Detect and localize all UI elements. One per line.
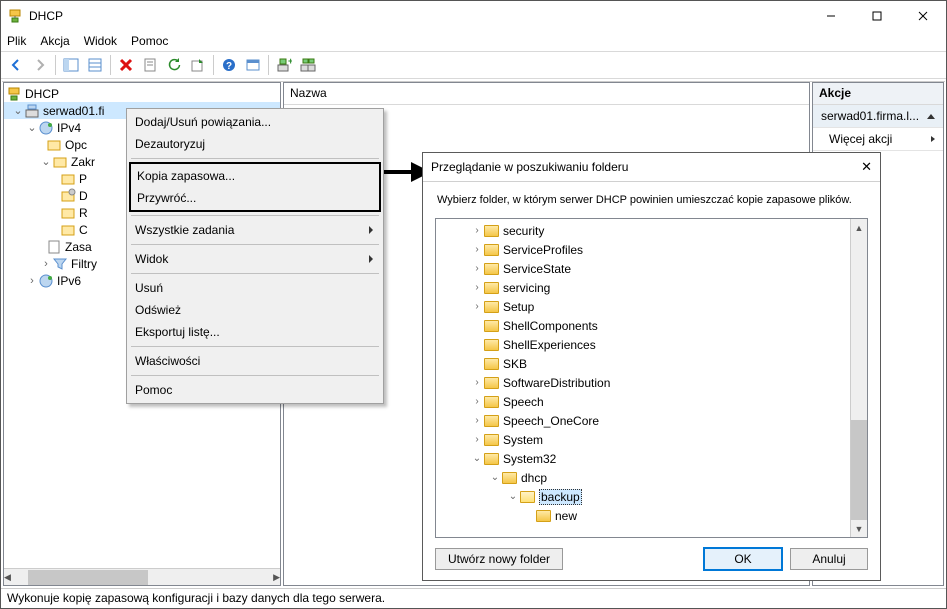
ctx-backup[interactable]: Kopia zapasowa... xyxy=(131,165,379,187)
folder-new[interactable]: new xyxy=(436,506,867,525)
dialog-instruction: Wybierz folder, w którym serwer DHCP pow… xyxy=(423,182,880,218)
ctx-help[interactable]: Pomoc xyxy=(129,379,381,401)
ctx-delete[interactable]: Usuń xyxy=(129,277,381,299)
title-bar: DHCP xyxy=(1,1,946,31)
menu-bar: Plik Akcja Widok Pomoc xyxy=(1,31,946,51)
folder-dhcp[interactable]: ⌄dhcp xyxy=(436,468,867,487)
folder-speech[interactable]: ›Speech xyxy=(436,392,867,411)
forward-button[interactable] xyxy=(29,54,51,76)
folder-system32[interactable]: ⌄System32 xyxy=(436,449,867,468)
ctx-add-remove-bindings[interactable]: Dodaj/Usuń powiązania... xyxy=(129,111,381,133)
folder-backup[interactable]: ⌄backup xyxy=(436,487,867,506)
close-button[interactable] xyxy=(900,1,946,31)
context-menu: Dodaj/Usuń powiązania... Dezautoryzuj Ko… xyxy=(126,108,384,404)
ctx-export-list[interactable]: Eksportuj listę... xyxy=(129,321,381,343)
dhcp-app-icon xyxy=(7,8,23,24)
ctx-view[interactable]: Widok xyxy=(129,248,381,270)
menu-widok[interactable]: Widok xyxy=(84,34,117,48)
chevron-right-icon xyxy=(931,136,935,142)
ctx-properties[interactable]: Właściwości xyxy=(129,350,381,372)
show-hide-tree-button[interactable] xyxy=(60,54,82,76)
dialog-title: Przeglądanie w poszukiwaniu folderu xyxy=(431,160,628,174)
tree-root-dhcp[interactable]: DHCP xyxy=(4,85,280,102)
ctx-restore[interactable]: Przywróć... xyxy=(131,187,379,209)
folder-system[interactable]: ›System xyxy=(436,430,867,449)
folder-softwaredistribution[interactable]: ›SoftwareDistribution xyxy=(436,373,867,392)
menu-plik[interactable]: Plik xyxy=(7,34,26,48)
toolbar: ? + xyxy=(1,51,946,79)
dialog-vscrollbar[interactable]: ▲ ▼ xyxy=(850,219,867,537)
svg-text:?: ? xyxy=(226,61,232,72)
delete-button[interactable] xyxy=(115,54,137,76)
folder-shellcomponents[interactable]: ShellComponents xyxy=(436,316,867,335)
actions-more-item[interactable]: Więcej akcji xyxy=(813,128,943,151)
window-title: DHCP xyxy=(29,9,808,23)
cancel-button[interactable]: Anuluj xyxy=(790,548,868,570)
dialog-folder-tree[interactable]: ›security ›ServiceProfiles ›ServiceState… xyxy=(435,218,868,538)
properties-button[interactable] xyxy=(139,54,161,76)
folder-setup[interactable]: ›Setup xyxy=(436,297,867,316)
ok-button[interactable]: OK xyxy=(704,548,782,570)
svg-text:+: + xyxy=(288,57,292,66)
folder-servicestate[interactable]: ›ServiceState xyxy=(436,259,867,278)
dialog-title-bar: Przeglądanie w poszukiwaniu folderu ✕ xyxy=(423,153,880,181)
menu-pomoc[interactable]: Pomoc xyxy=(131,34,168,48)
options-button[interactable] xyxy=(84,54,106,76)
browse-folder-dialog: Przeglądanie w poszukiwaniu folderu ✕ Wy… xyxy=(422,152,881,581)
back-button[interactable] xyxy=(5,54,27,76)
tree-hscrollbar[interactable]: ◀ ▶ xyxy=(4,568,280,585)
help-button[interactable]: ? xyxy=(218,54,240,76)
minimize-button[interactable] xyxy=(808,1,854,31)
menu-akcja[interactable]: Akcja xyxy=(40,34,69,48)
collapse-icon xyxy=(927,114,935,119)
server-add-button[interactable]: + xyxy=(273,54,295,76)
folder-serviceprofiles[interactable]: ›ServiceProfiles xyxy=(436,240,867,259)
folder-security[interactable]: ›security xyxy=(436,221,867,240)
folder-servicing[interactable]: ›servicing xyxy=(436,278,867,297)
new-folder-button[interactable]: Utwórz nowy folder xyxy=(435,548,563,570)
ctx-refresh[interactable]: Odśwież xyxy=(129,299,381,321)
content-header-nazwa[interactable]: Nazwa xyxy=(284,83,809,105)
folder-skb[interactable]: SKB xyxy=(436,354,867,373)
maximize-button[interactable] xyxy=(854,1,900,31)
status-bar: Wykonuje kopię zapasową konfiguracji i b… xyxy=(1,588,946,608)
dialog-close-button[interactable]: ✕ xyxy=(861,159,872,175)
ctx-all-tasks[interactable]: Wszystkie zadania xyxy=(129,219,381,241)
window-button[interactable] xyxy=(242,54,264,76)
ctx-deauthorize[interactable]: Dezautoryzuj xyxy=(129,133,381,155)
folder-speechonecore[interactable]: ›Speech_OneCore xyxy=(436,411,867,430)
refresh-button[interactable] xyxy=(163,54,185,76)
folder-shellexperiences[interactable]: ShellExperiences xyxy=(436,335,867,354)
server-list-button[interactable] xyxy=(297,54,319,76)
actions-header: Akcje xyxy=(813,83,943,105)
export-button[interactable] xyxy=(187,54,209,76)
actions-server-item[interactable]: serwad01.firma.l... xyxy=(813,105,943,128)
